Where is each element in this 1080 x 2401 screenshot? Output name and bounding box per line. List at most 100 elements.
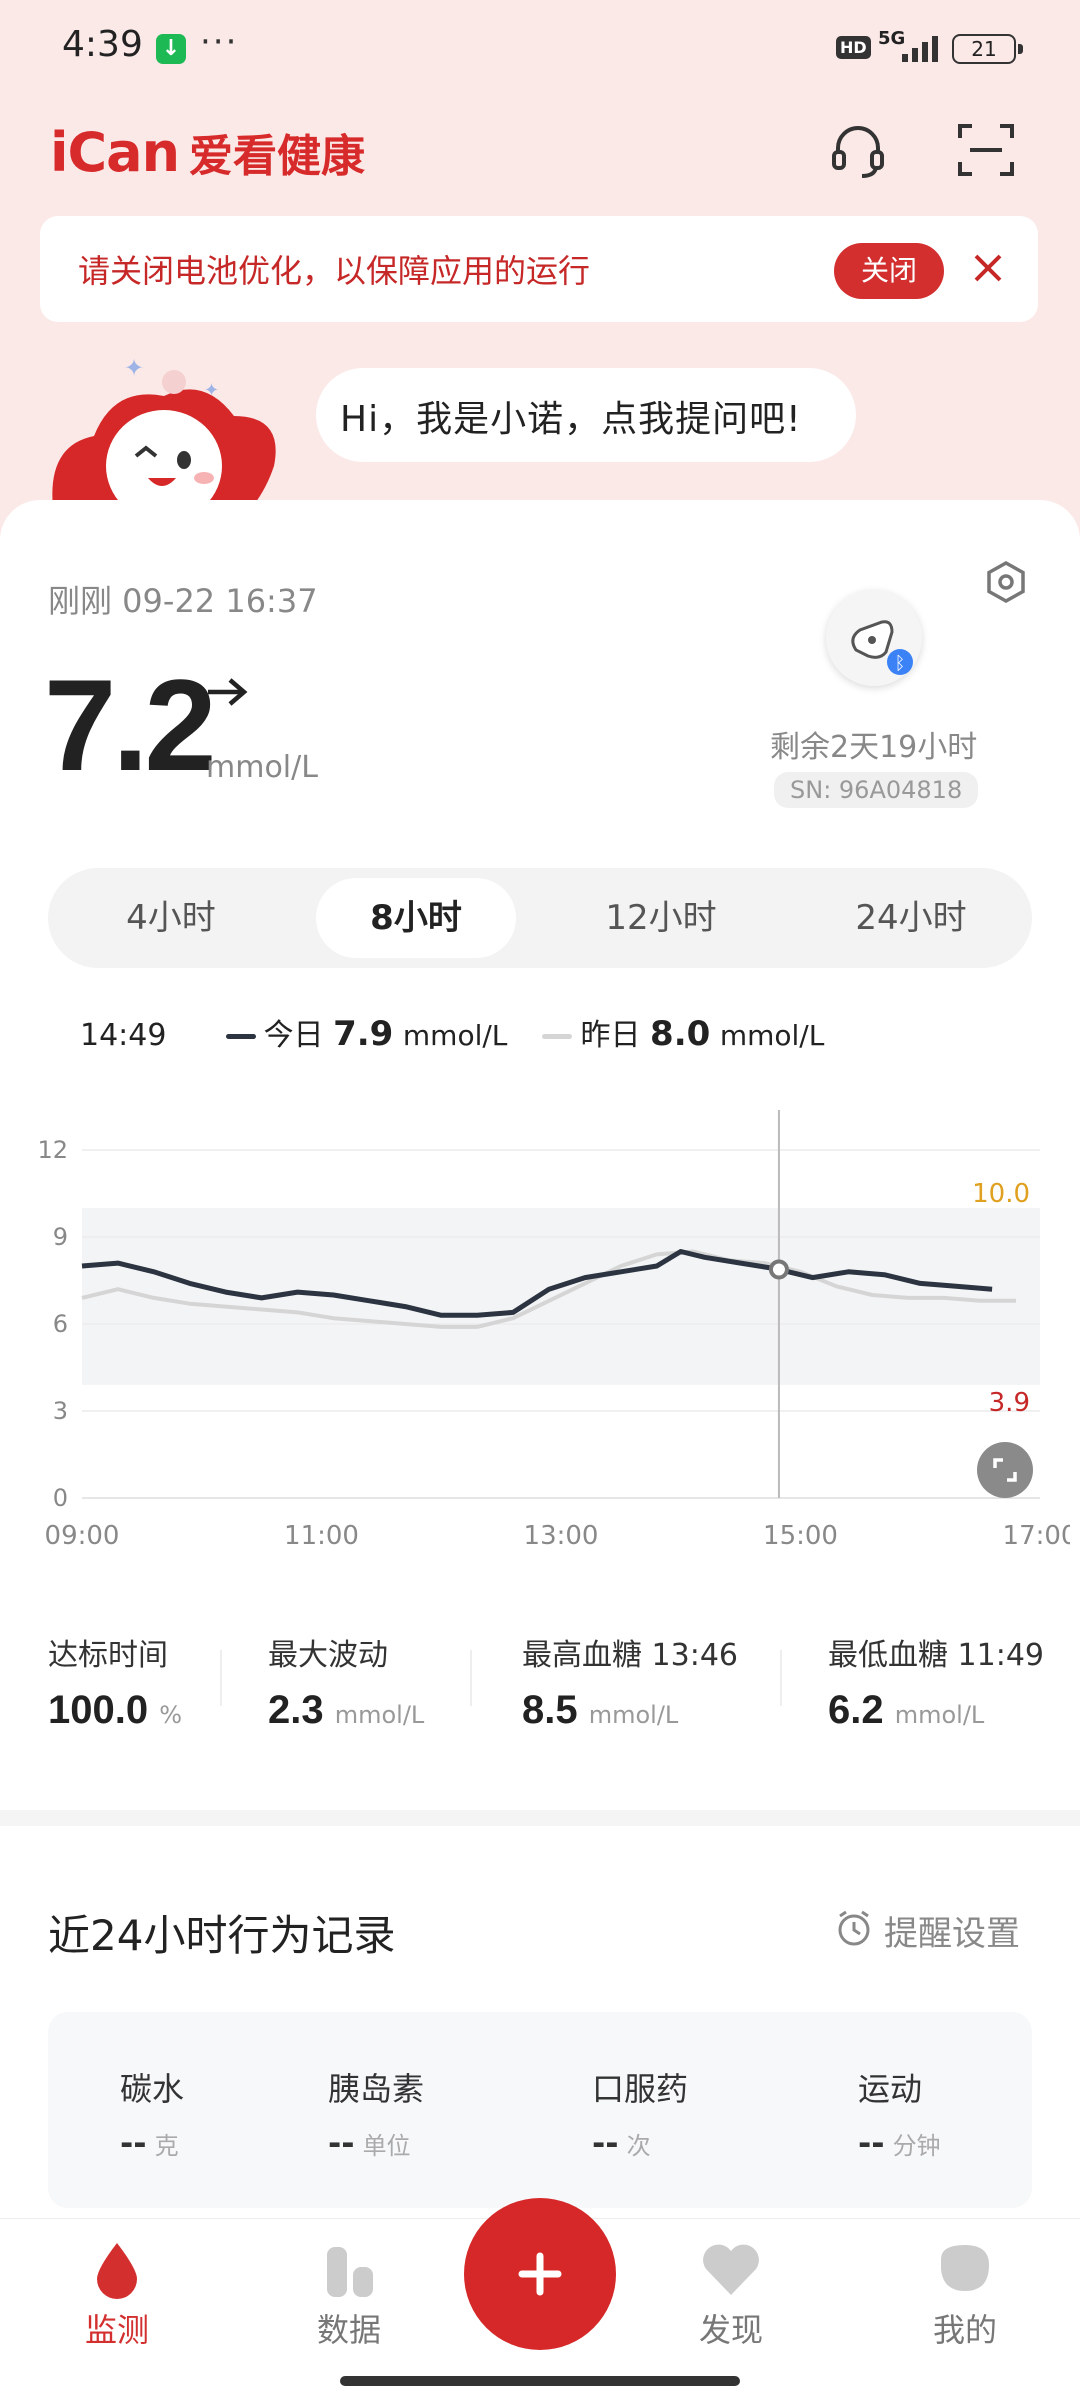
plus-icon: [518, 2252, 562, 2296]
behavior-value: --: [120, 2124, 147, 2162]
scan-icon[interactable]: [954, 118, 1018, 182]
banner-text: 请关闭电池优化，以保障应用的运行: [78, 252, 591, 290]
yesterday-line-swatch: [542, 1034, 573, 1039]
y-tick-label: 0: [53, 1484, 68, 1512]
y-tick-label: 9: [53, 1223, 68, 1251]
profile-icon: [941, 2245, 989, 2291]
tab-4h[interactable]: 4小时: [58, 878, 284, 958]
glucose-chart[interactable]: 0 3 6 9 12 09:00 11:00 13:00 15:00 17:00 10.0 3.9: [30, 1090, 1070, 1560]
stat-value: 100.0: [48, 1688, 149, 1732]
behavior-section: 近24小时行为记录 提醒设置 碳水 -- 克 胰岛素 -- 单位 口服药 -- 次 运…: [0, 1826, 1080, 2226]
nav-profile[interactable]: 我的: [890, 2239, 1040, 2351]
svg-text:ᛒ: ᛒ: [895, 653, 906, 674]
stat-label: 最低血糖 11:49: [828, 1638, 1044, 1673]
home-indicator: [340, 2376, 740, 2386]
status-bar: 4:39 ↓ ··· HD 5G 21: [0, 0, 1080, 96]
nav-label: 发现: [698, 2311, 763, 2349]
add-record-button[interactable]: [464, 2198, 616, 2350]
behavior-value: --: [858, 2124, 885, 2162]
y-tick-label: 3: [53, 1397, 68, 1425]
stat-label: 最高血糖 13:46: [522, 1638, 738, 1673]
signal-icon: [902, 36, 938, 62]
stat-highest: 最高血糖 13:46 8.5 mmol/L: [522, 1630, 738, 1733]
behavior-carbs[interactable]: 碳水 -- 克: [120, 2064, 184, 2162]
more-notifications-icon: ···: [200, 22, 239, 62]
y-tick-label: 6: [53, 1310, 68, 1338]
svg-text:✦: ✦: [204, 380, 219, 401]
time-range-tabs: 4小时 8小时 12小时 24小时: [48, 868, 1032, 968]
behavior-label: 口服药: [592, 2070, 689, 2108]
behavior-label: 碳水: [120, 2070, 185, 2108]
upper-limit-label: 10.0: [972, 1179, 1030, 1209]
stat-time-in-range: 达标时间 100.0 %: [48, 1630, 182, 1733]
x-tick-label: 13:00: [524, 1521, 599, 1551]
stat-divider: [220, 1650, 222, 1706]
banner-close-button[interactable]: 关闭: [834, 243, 944, 299]
current-glucose-value: 7.2: [44, 652, 217, 798]
stat-max-fluctuation: 最大波动 2.3 mmol/L: [268, 1630, 424, 1733]
alarm-clock-icon[interactable]: [834, 1908, 874, 1948]
x-tick-label: 11:00: [284, 1521, 359, 1551]
stat-value: 2.3: [268, 1688, 324, 1732]
trend-arrow-icon: [208, 678, 248, 706]
x-tick-label: 09:00: [45, 1521, 120, 1551]
sensor-remaining-time: 剩余2天19小时: [770, 730, 978, 765]
lower-limit-label: 3.9: [989, 1388, 1030, 1418]
heart-icon: [703, 2244, 759, 2295]
behavior-unit: 次: [626, 2132, 651, 2160]
sensor-device[interactable]: ᛒ: [826, 590, 922, 686]
behavior-value: --: [592, 2124, 619, 2162]
stat-label: 最大波动: [268, 1638, 388, 1673]
behavior-insulin[interactable]: 胰岛素 -- 单位: [328, 2064, 424, 2162]
behavior-oral-medicine[interactable]: 口服药 -- 次: [592, 2064, 688, 2162]
headset-icon[interactable]: [826, 118, 890, 182]
sensor-icon: ᛒ: [851, 620, 913, 675]
chart-legend: 14:49 今日 7.9 mmol/L 昨日 8.0 mmol/L: [80, 1010, 824, 1054]
cursor-point: [768, 1259, 789, 1280]
bars-icon: [327, 2247, 373, 2297]
nav-label: 监测: [84, 2311, 149, 2349]
glucose-unit: mmol/L: [206, 750, 318, 785]
behavior-exercise[interactable]: 运动 -- 分钟: [858, 2064, 941, 2162]
tab-12h[interactable]: 12小时: [548, 878, 774, 958]
expand-chart-button[interactable]: [977, 1442, 1033, 1498]
battery-icon: 21: [952, 34, 1023, 64]
behavior-title: 近24小时行为记录: [48, 1911, 396, 1960]
section-divider: [0, 1810, 1080, 1826]
legend-today-unit: mmol/L: [402, 1019, 508, 1052]
hd-badge: HD: [836, 36, 871, 59]
settings-hex-icon[interactable]: [984, 560, 1028, 604]
assistant-chat-bubble[interactable]: Hi，我是小诺，点我提问吧!: [316, 368, 856, 462]
behavior-value: --: [328, 2124, 355, 2162]
legend-time: 14:49: [80, 1018, 167, 1053]
behavior-card: 碳水 -- 克 胰岛素 -- 单位 口服药 -- 次 运动 -- 分钟: [48, 2012, 1032, 2208]
nav-monitor[interactable]: 监测: [42, 2239, 192, 2351]
logo-cn-text: 爱看健康: [189, 131, 366, 182]
nav-discover[interactable]: 发现: [656, 2239, 806, 2351]
stat-divider: [470, 1650, 472, 1706]
expand-button-bg: [977, 1442, 1033, 1498]
today-line-swatch: [225, 1034, 256, 1039]
glucose-card: 刚刚 09-22 16:37 7.2 mmol/L ᛒ 剩余2天19小时 SN:…: [0, 500, 1080, 1820]
download-icon: ↓: [156, 34, 186, 64]
reading-timestamp: 刚刚 09-22 16:37: [48, 582, 318, 620]
dismiss-icon[interactable]: [968, 248, 1008, 288]
tab-8h[interactable]: 8小时: [316, 878, 516, 958]
svg-text:✦: ✦: [124, 356, 144, 382]
reminder-settings-link[interactable]: 提醒设置: [884, 1906, 1020, 1955]
behavior-unit: 克: [154, 2132, 179, 2160]
tab-24h[interactable]: 24小时: [798, 878, 1024, 958]
legend-yesterday-value: 8.0: [650, 1014, 711, 1054]
behavior-unit: 单位: [362, 2132, 411, 2160]
x-tick-label: 17:00: [1003, 1521, 1070, 1551]
stat-unit: mmol/L: [894, 1701, 985, 1729]
legend-yesterday-unit: mmol/L: [719, 1019, 825, 1052]
assistant-mascot[interactable]: ✦ ✦: [44, 356, 294, 516]
nav-label: 数据: [316, 2311, 381, 2349]
app-logo: iCan 爱看健康: [50, 120, 365, 184]
nav-data[interactable]: 数据: [274, 2239, 424, 2351]
stat-value: 8.5: [522, 1688, 578, 1732]
nav-label: 我的: [932, 2311, 997, 2349]
stat-lowest: 最低血糖 11:49 6.2 mmol/L: [828, 1630, 1044, 1733]
battery-optimization-banner: 请关闭电池优化，以保障应用的运行 关闭: [40, 216, 1038, 322]
